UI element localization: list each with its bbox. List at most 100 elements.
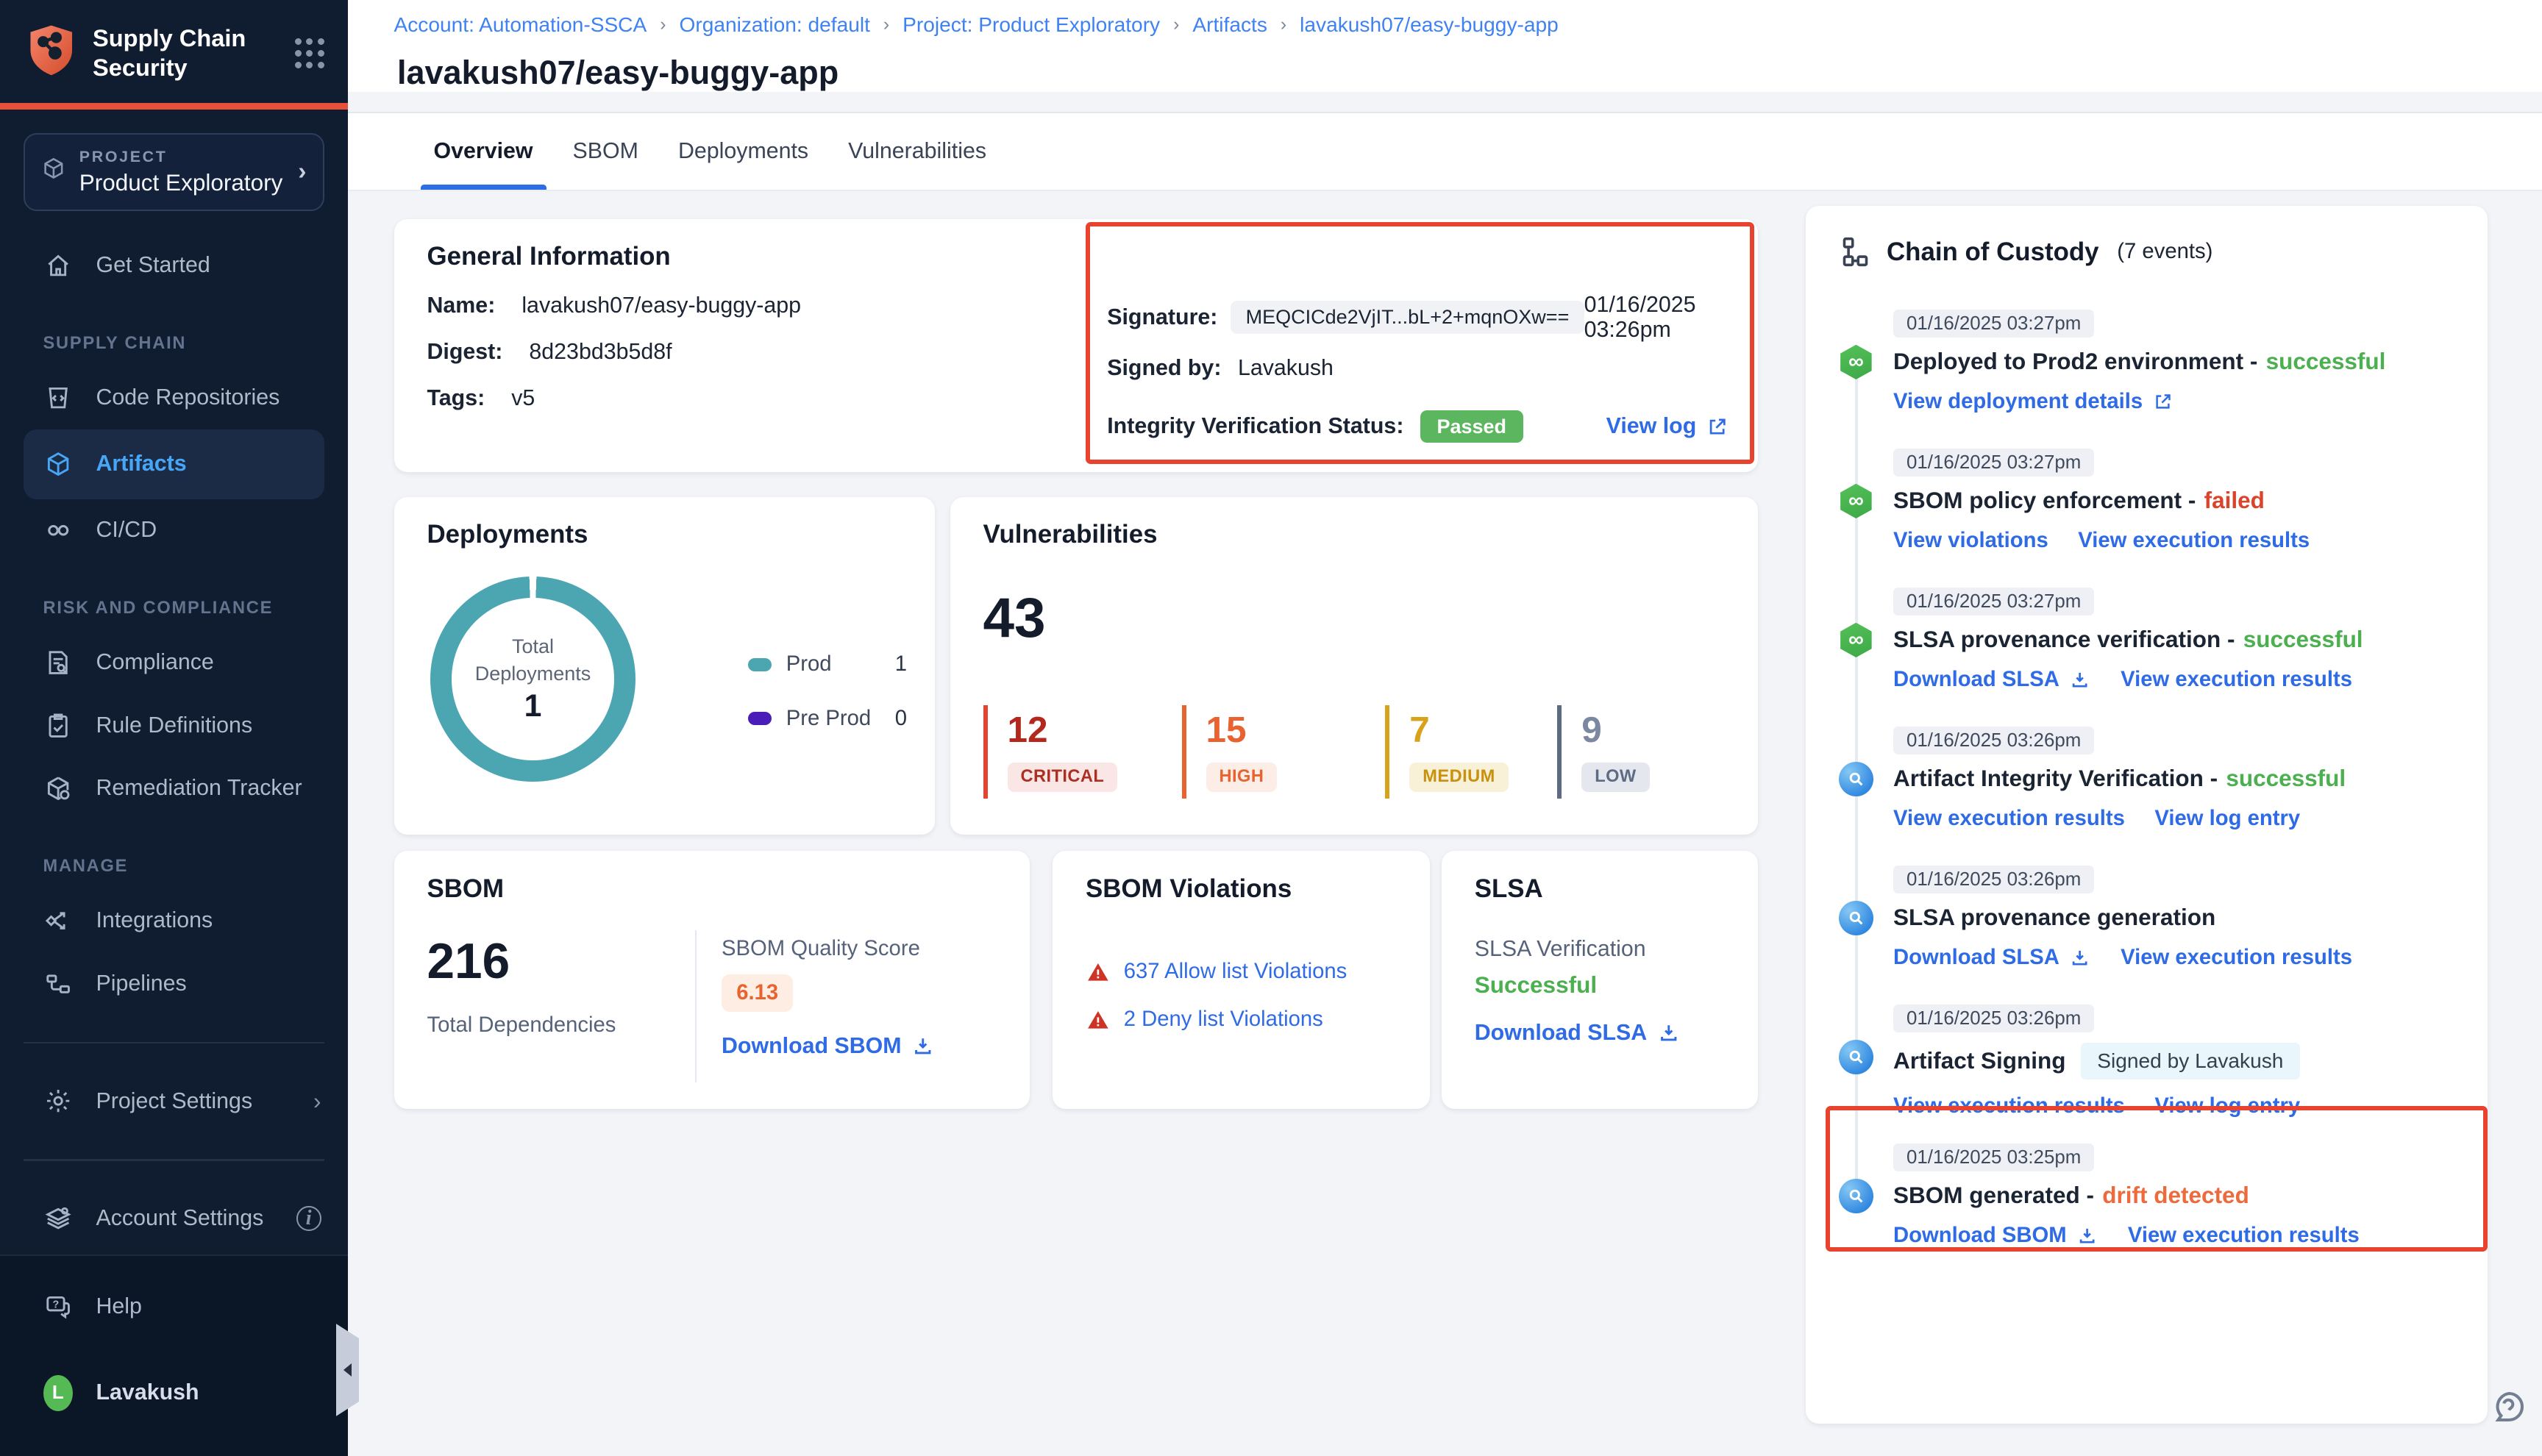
event-timestamp: 01/16/2025 03:26pm — [1893, 727, 2094, 754]
breadcrumb-organization[interactable]: Organization: default — [680, 13, 870, 37]
sidebar-item-account-settings[interactable]: Account Settings i — [0, 1188, 348, 1251]
chain-of-custody-header: Chain of Custody (7 events) — [1839, 235, 2454, 268]
event-slsa-provenance-verification: ∞ 01/16/2025 03:27pm SLSA provenance ver… — [1839, 583, 2454, 693]
view-execution-results-link[interactable]: View execution results — [1893, 807, 2125, 831]
project-selector-label: PROJECT — [79, 148, 283, 166]
divider — [695, 930, 697, 1082]
tab-vulnerabilities[interactable]: Vulnerabilities — [848, 113, 986, 190]
download-sbom-link[interactable]: Download SBOM — [1893, 1224, 2098, 1248]
chevron-right-icon: › — [660, 15, 666, 35]
sidebar-collapse-handle[interactable] — [336, 1324, 360, 1416]
apps-grid-icon[interactable] — [295, 38, 325, 68]
view-violations-link[interactable]: View violations — [1893, 529, 2048, 553]
home-icon — [43, 251, 74, 281]
sidebar-item-cicd[interactable]: CI/CD — [0, 499, 348, 563]
view-log-entry-link[interactable]: View log entry — [2154, 1094, 2300, 1118]
cube-icon — [41, 156, 66, 188]
view-execution-results-link[interactable]: View execution results — [2078, 529, 2310, 553]
project-selector[interactable]: PROJECT Product Exploratory › — [24, 133, 325, 212]
pipeline-link-icon: ∞ — [1839, 623, 1873, 657]
cube-icon — [43, 449, 74, 479]
view-execution-results-link[interactable]: View execution results — [1893, 1094, 2125, 1118]
sidebar-item-compliance[interactable]: Compliance — [0, 632, 348, 695]
sidebar-item-remediation-tracker[interactable]: Remediation Tracker — [0, 757, 348, 821]
integrity-status-label: Integrity Verification Status: — [1107, 414, 1403, 439]
event-deployed-prod2: ∞ 01/16/2025 03:27pm Deployed to Prod2 e… — [1839, 305, 2454, 415]
support-chat-icon[interactable] — [2489, 1387, 2529, 1433]
sidebar-item-integrations[interactable]: Integrations — [0, 890, 348, 953]
download-icon — [2076, 1225, 2098, 1246]
signature-block: Signature: MEQCICde2VjIT...bL+2+mqnOXw==… — [1107, 292, 1728, 452]
svg-text:?: ? — [52, 1299, 59, 1311]
severity-critical: 12 CRITICAL — [983, 705, 1182, 799]
chain-of-custody-icon — [1839, 235, 1872, 268]
view-execution-results-link[interactable]: View execution results — [2121, 946, 2352, 970]
allow-list-violations-link[interactable]: 637 Allow list Violations — [1124, 960, 1347, 984]
view-log-entry-link[interactable]: View log entry — [2154, 807, 2300, 831]
allow-list-violations-row: 637 Allow list Violations — [1086, 960, 1403, 984]
view-deployment-details-link[interactable]: View deployment details — [1893, 390, 2173, 414]
event-status: failed — [2204, 487, 2265, 514]
card-title: Vulnerabilities — [983, 520, 1731, 549]
breadcrumb-account[interactable]: Account: Automation-SSCA — [394, 13, 647, 37]
layers-gear-icon — [43, 1204, 74, 1234]
signed-by-badge: Signed by Lavakush — [2081, 1043, 2300, 1079]
chevron-right-icon: › — [298, 157, 306, 186]
view-execution-results-link[interactable]: View execution results — [2128, 1224, 2360, 1248]
document-search-icon — [43, 648, 74, 678]
deny-list-violations-link[interactable]: 2 Deny list Violations — [1124, 1007, 1323, 1032]
view-log-link[interactable]: View log — [1606, 414, 1728, 439]
download-sbom-link[interactable]: Download SBOM — [722, 1034, 935, 1059]
sbom-violations-card: SBOM Violations 637 Allow list Violation… — [1053, 851, 1430, 1109]
name-label: Name: — [427, 293, 496, 318]
download-icon — [911, 1035, 935, 1058]
event-title: SBOM generated - — [1893, 1182, 2094, 1209]
box-tool-icon — [43, 774, 74, 804]
event-artifact-integrity-verification: 01/16/2025 03:26pm Artifact Integrity Ve… — [1839, 722, 2454, 832]
event-title: Deployed to Prod2 environment - — [1893, 348, 2257, 375]
card-title: SBOM — [427, 874, 1003, 904]
view-execution-results-link[interactable]: View execution results — [2121, 668, 2352, 692]
prod-count: 1 — [895, 652, 907, 677]
sidebar-item-help[interactable]: ? Help — [0, 1276, 348, 1339]
event-timestamp: 01/16/2025 03:27pm — [1893, 588, 2094, 615]
share-nodes-icon — [43, 906, 74, 936]
sidebar-item-rule-definitions[interactable]: Rule Definitions — [0, 694, 348, 757]
legend-item-preprod: Pre Prod 0 — [748, 707, 907, 731]
top-header: Account: Automation-SSCA › Organization:… — [348, 0, 2542, 92]
tab-sbom[interactable]: SBOM — [573, 113, 638, 190]
tab-overview[interactable]: Overview — [434, 113, 533, 190]
signature-value-chip[interactable]: MEQCICde2VjIT...bL+2+mqnOXw== — [1231, 301, 1584, 334]
breadcrumb-current[interactable]: lavakush07/easy-buggy-app — [1300, 13, 1559, 37]
left-column: General Information Name: lavakush07/eas… — [394, 219, 1758, 1110]
chevron-right-icon: › — [313, 1088, 321, 1115]
sidebar-item-artifacts[interactable]: Artifacts — [24, 429, 325, 499]
event-title: Artifact Signing — [1893, 1047, 2066, 1074]
pipeline-icon — [43, 969, 74, 999]
warning-icon — [1086, 960, 1111, 984]
artifact-tags: v5 — [511, 386, 535, 411]
info-icon: i — [296, 1206, 321, 1231]
breadcrumb-project[interactable]: Project: Product Exploratory — [902, 13, 1160, 37]
tab-deployments[interactable]: Deployments — [678, 113, 808, 190]
download-slsa-link[interactable]: Download SLSA — [1893, 946, 2091, 970]
sidebar-item-code-repositories[interactable]: Code Repositories — [0, 367, 348, 430]
event-status: successful — [2226, 765, 2346, 792]
download-slsa-link[interactable]: Download SLSA — [1475, 1021, 1680, 1046]
breadcrumb-artifacts[interactable]: Artifacts — [1192, 13, 1267, 37]
sbom-quality-score-value: 6.13 — [722, 974, 793, 1012]
card-title: General Information — [427, 242, 1731, 271]
download-slsa-link[interactable]: Download SLSA — [1893, 668, 2091, 692]
sidebar-item-get-started[interactable]: Get Started — [0, 235, 348, 298]
sidebar-item-project-settings[interactable]: Project Settings › — [0, 1070, 348, 1133]
sidebar-item-pipelines[interactable]: Pipelines — [0, 952, 348, 1016]
preprod-count: 0 — [895, 707, 907, 731]
chevron-right-icon: › — [1173, 15, 1179, 35]
severity-medium: 7 MEDIUM — [1385, 705, 1557, 799]
event-status: drift detected — [2102, 1182, 2249, 1209]
content-area: General Information Name: lavakush07/eas… — [348, 191, 2542, 1424]
sbom-quality-score-label: SBOM Quality Score — [722, 937, 935, 961]
digest-label: Digest: — [427, 340, 503, 365]
signature-label: Signature: — [1107, 305, 1217, 330]
user-menu[interactable]: L Lavakush — [0, 1362, 348, 1425]
